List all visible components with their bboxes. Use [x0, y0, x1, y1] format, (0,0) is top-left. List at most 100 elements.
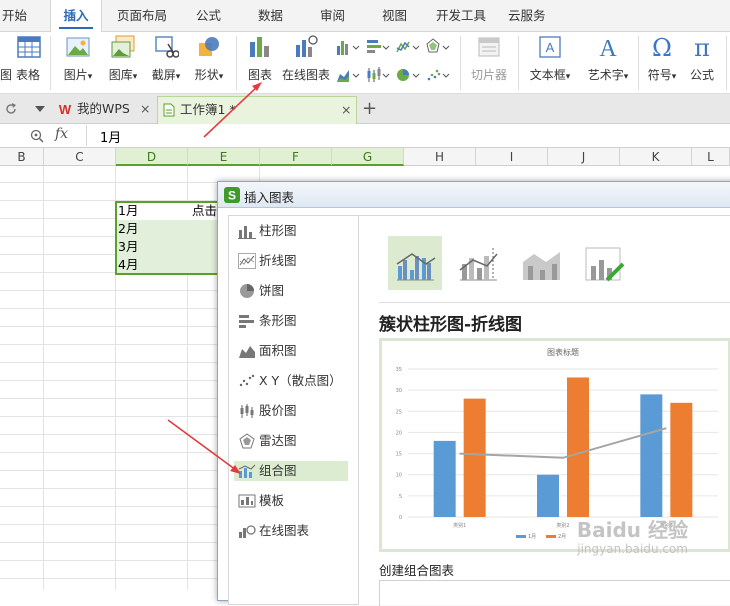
- table-button[interactable]: 表格: [13, 34, 43, 90]
- cell-d-2[interactable]: 2月: [116, 220, 138, 238]
- ribbon-truncated-button[interactable]: 图: [0, 34, 12, 90]
- svg-text:A: A: [546, 40, 555, 55]
- column-header-d[interactable]: D: [116, 148, 188, 166]
- chart-type-pie[interactable]: 饼图: [234, 281, 348, 301]
- tab-home[interactable]: 开始: [2, 0, 27, 32]
- subtype-custom-combo[interactable]: [577, 236, 631, 290]
- chart-type-area[interactable]: 面积图: [234, 341, 348, 361]
- divider: [379, 302, 730, 303]
- tab-formulas[interactable]: 公式: [196, 0, 221, 32]
- wordart-button[interactable]: A 艺术字▾: [582, 34, 634, 90]
- chart-type-label: 雷达图: [259, 433, 297, 448]
- tab-developer[interactable]: 开发工具: [436, 0, 486, 32]
- refresh-icon[interactable]: [4, 102, 18, 116]
- column-header-i[interactable]: I: [476, 148, 548, 166]
- y-tick-label: 10: [396, 473, 402, 479]
- shape-button[interactable]: 形状▾: [189, 34, 229, 90]
- cell-d-4[interactable]: 4月: [116, 256, 138, 274]
- subtype-clustered-column-line[interactable]: [388, 236, 442, 290]
- chart-type-radar[interactable]: 雷达图: [234, 431, 348, 451]
- column-header-j[interactable]: J: [548, 148, 620, 166]
- tab-data[interactable]: 数据: [258, 0, 283, 32]
- close-icon[interactable]: ×: [341, 97, 351, 123]
- column-header-c[interactable]: C: [44, 148, 116, 166]
- column-header-f[interactable]: F: [260, 148, 332, 166]
- combo-custom-pencil-icon: [585, 247, 625, 282]
- textbox-button[interactable]: A 文本框▾: [524, 34, 576, 90]
- gallery-button[interactable]: 图库▾: [103, 34, 143, 90]
- chart-button[interactable]: 图表: [244, 34, 276, 90]
- combo-series-table[interactable]: [379, 580, 730, 606]
- column-header-k[interactable]: K: [620, 148, 692, 166]
- legend-label: 2月: [558, 534, 566, 540]
- chart-type-template[interactable]: 模板: [234, 491, 348, 511]
- legend-swatch: [546, 535, 556, 538]
- tab-insert[interactable]: 插入: [50, 0, 102, 32]
- chevron-down-icon[interactable]: [34, 105, 46, 113]
- chart-type-scatter[interactable]: X Y（散点图）: [234, 371, 348, 391]
- radar-chart-dropdown-icon[interactable]: [426, 38, 450, 56]
- formula-divider: [86, 125, 87, 146]
- subtype-title: 簇状柱形图-折线图: [379, 315, 523, 335]
- chart-type-label: 股价图: [259, 403, 297, 418]
- ribbon-separator: [518, 36, 519, 90]
- cell-d-1[interactable]: 1月: [116, 202, 138, 220]
- scatter-chart-dropdown-icon[interactable]: [426, 66, 450, 84]
- radar-chart-icon: [239, 433, 255, 449]
- ribbon-separator: [236, 36, 237, 90]
- picture-label: 图片▾: [63, 68, 93, 82]
- chart-type-combo[interactable]: 组合图: [234, 461, 348, 481]
- tab-cloud[interactable]: 云服务: [508, 0, 546, 32]
- area-chart-dropdown-icon[interactable]: [336, 66, 360, 84]
- wordart-label: 艺术字▾: [587, 68, 629, 82]
- symbol-button[interactable]: Ω 符号▾: [642, 34, 682, 90]
- chart-type-label: 饼图: [259, 283, 285, 298]
- chart-type-stock[interactable]: 股价图: [234, 401, 348, 421]
- line-chart-dropdown-icon[interactable]: [396, 38, 420, 56]
- column-header-e[interactable]: E: [188, 148, 260, 166]
- online-chart-button[interactable]: 在线图表: [280, 34, 332, 90]
- new-tab-button[interactable]: +: [362, 95, 377, 123]
- bar-1月: [433, 440, 456, 517]
- picture-icon: [66, 37, 90, 57]
- tab-review[interactable]: 审阅: [320, 0, 345, 32]
- equation-button[interactable]: π 公式: [684, 34, 720, 90]
- close-icon[interactable]: ×: [140, 96, 150, 122]
- tab-view[interactable]: 视图: [382, 0, 407, 32]
- tab-workbook[interactable]: 工作簿1 * ×: [157, 96, 357, 124]
- subtype-stacked-area-column[interactable]: [514, 236, 568, 290]
- pie-chart-dropdown-icon[interactable]: [396, 66, 420, 84]
- tab-page-layout[interactable]: 页面布局: [117, 0, 167, 32]
- line-chart-icon: [238, 253, 256, 269]
- formula-input[interactable]: 1月: [100, 127, 121, 146]
- column-header-l[interactable]: L: [692, 148, 730, 166]
- dialog-titlebar[interactable]: S 插入图表: [218, 182, 730, 208]
- ribbon: 图 表格 图片▾ 图库▾ 截屏▾ 形状▾ 图表 在线图表 切片器 A 文本框▾ …: [0, 32, 730, 94]
- zoom-search-icon[interactable]: [30, 129, 44, 143]
- cell-e-1[interactable]: 点击: [190, 202, 217, 220]
- y-tick-label: 5: [399, 494, 402, 500]
- chart-type-online[interactable]: 在线图表: [234, 521, 348, 541]
- stock-chart-dropdown-icon[interactable]: [366, 66, 390, 84]
- chart-type-line[interactable]: 折线图: [234, 251, 348, 271]
- picture-button[interactable]: 图片▾: [58, 34, 98, 90]
- column-header-g[interactable]: G: [332, 148, 404, 166]
- chart-type-bar[interactable]: 条形图: [234, 311, 348, 331]
- table-label: 表格: [15, 68, 40, 82]
- cell-d-3[interactable]: 3月: [116, 238, 138, 256]
- screenshot-button[interactable]: 截屏▾: [146, 34, 186, 90]
- textbox-label: 文本框▾: [529, 68, 571, 82]
- column-chart-dropdown-icon[interactable]: [336, 38, 360, 56]
- column-header-h[interactable]: H: [404, 148, 476, 166]
- tab-my-wps[interactable]: W 我的WPS ×: [52, 96, 157, 124]
- column-header-b[interactable]: B: [0, 148, 44, 166]
- wordart-icon: A: [599, 36, 617, 60]
- chart-type-list: 柱形图 折线图 饼图 条形图 面积图 X Y（散点图） 股价图 雷达图 组合图 …: [228, 215, 359, 605]
- subtype-column-line-secondary-axis[interactable]: [451, 236, 505, 290]
- chart-type-label: X Y（散点图）: [259, 373, 342, 388]
- chart-type-column[interactable]: 柱形图: [234, 221, 348, 241]
- bar-chart-dropdown-icon[interactable]: [366, 38, 390, 56]
- shape-icon: [199, 37, 219, 56]
- slicer-button[interactable]: 切片器: [468, 34, 510, 90]
- fx-icon[interactable]: fx: [55, 126, 68, 142]
